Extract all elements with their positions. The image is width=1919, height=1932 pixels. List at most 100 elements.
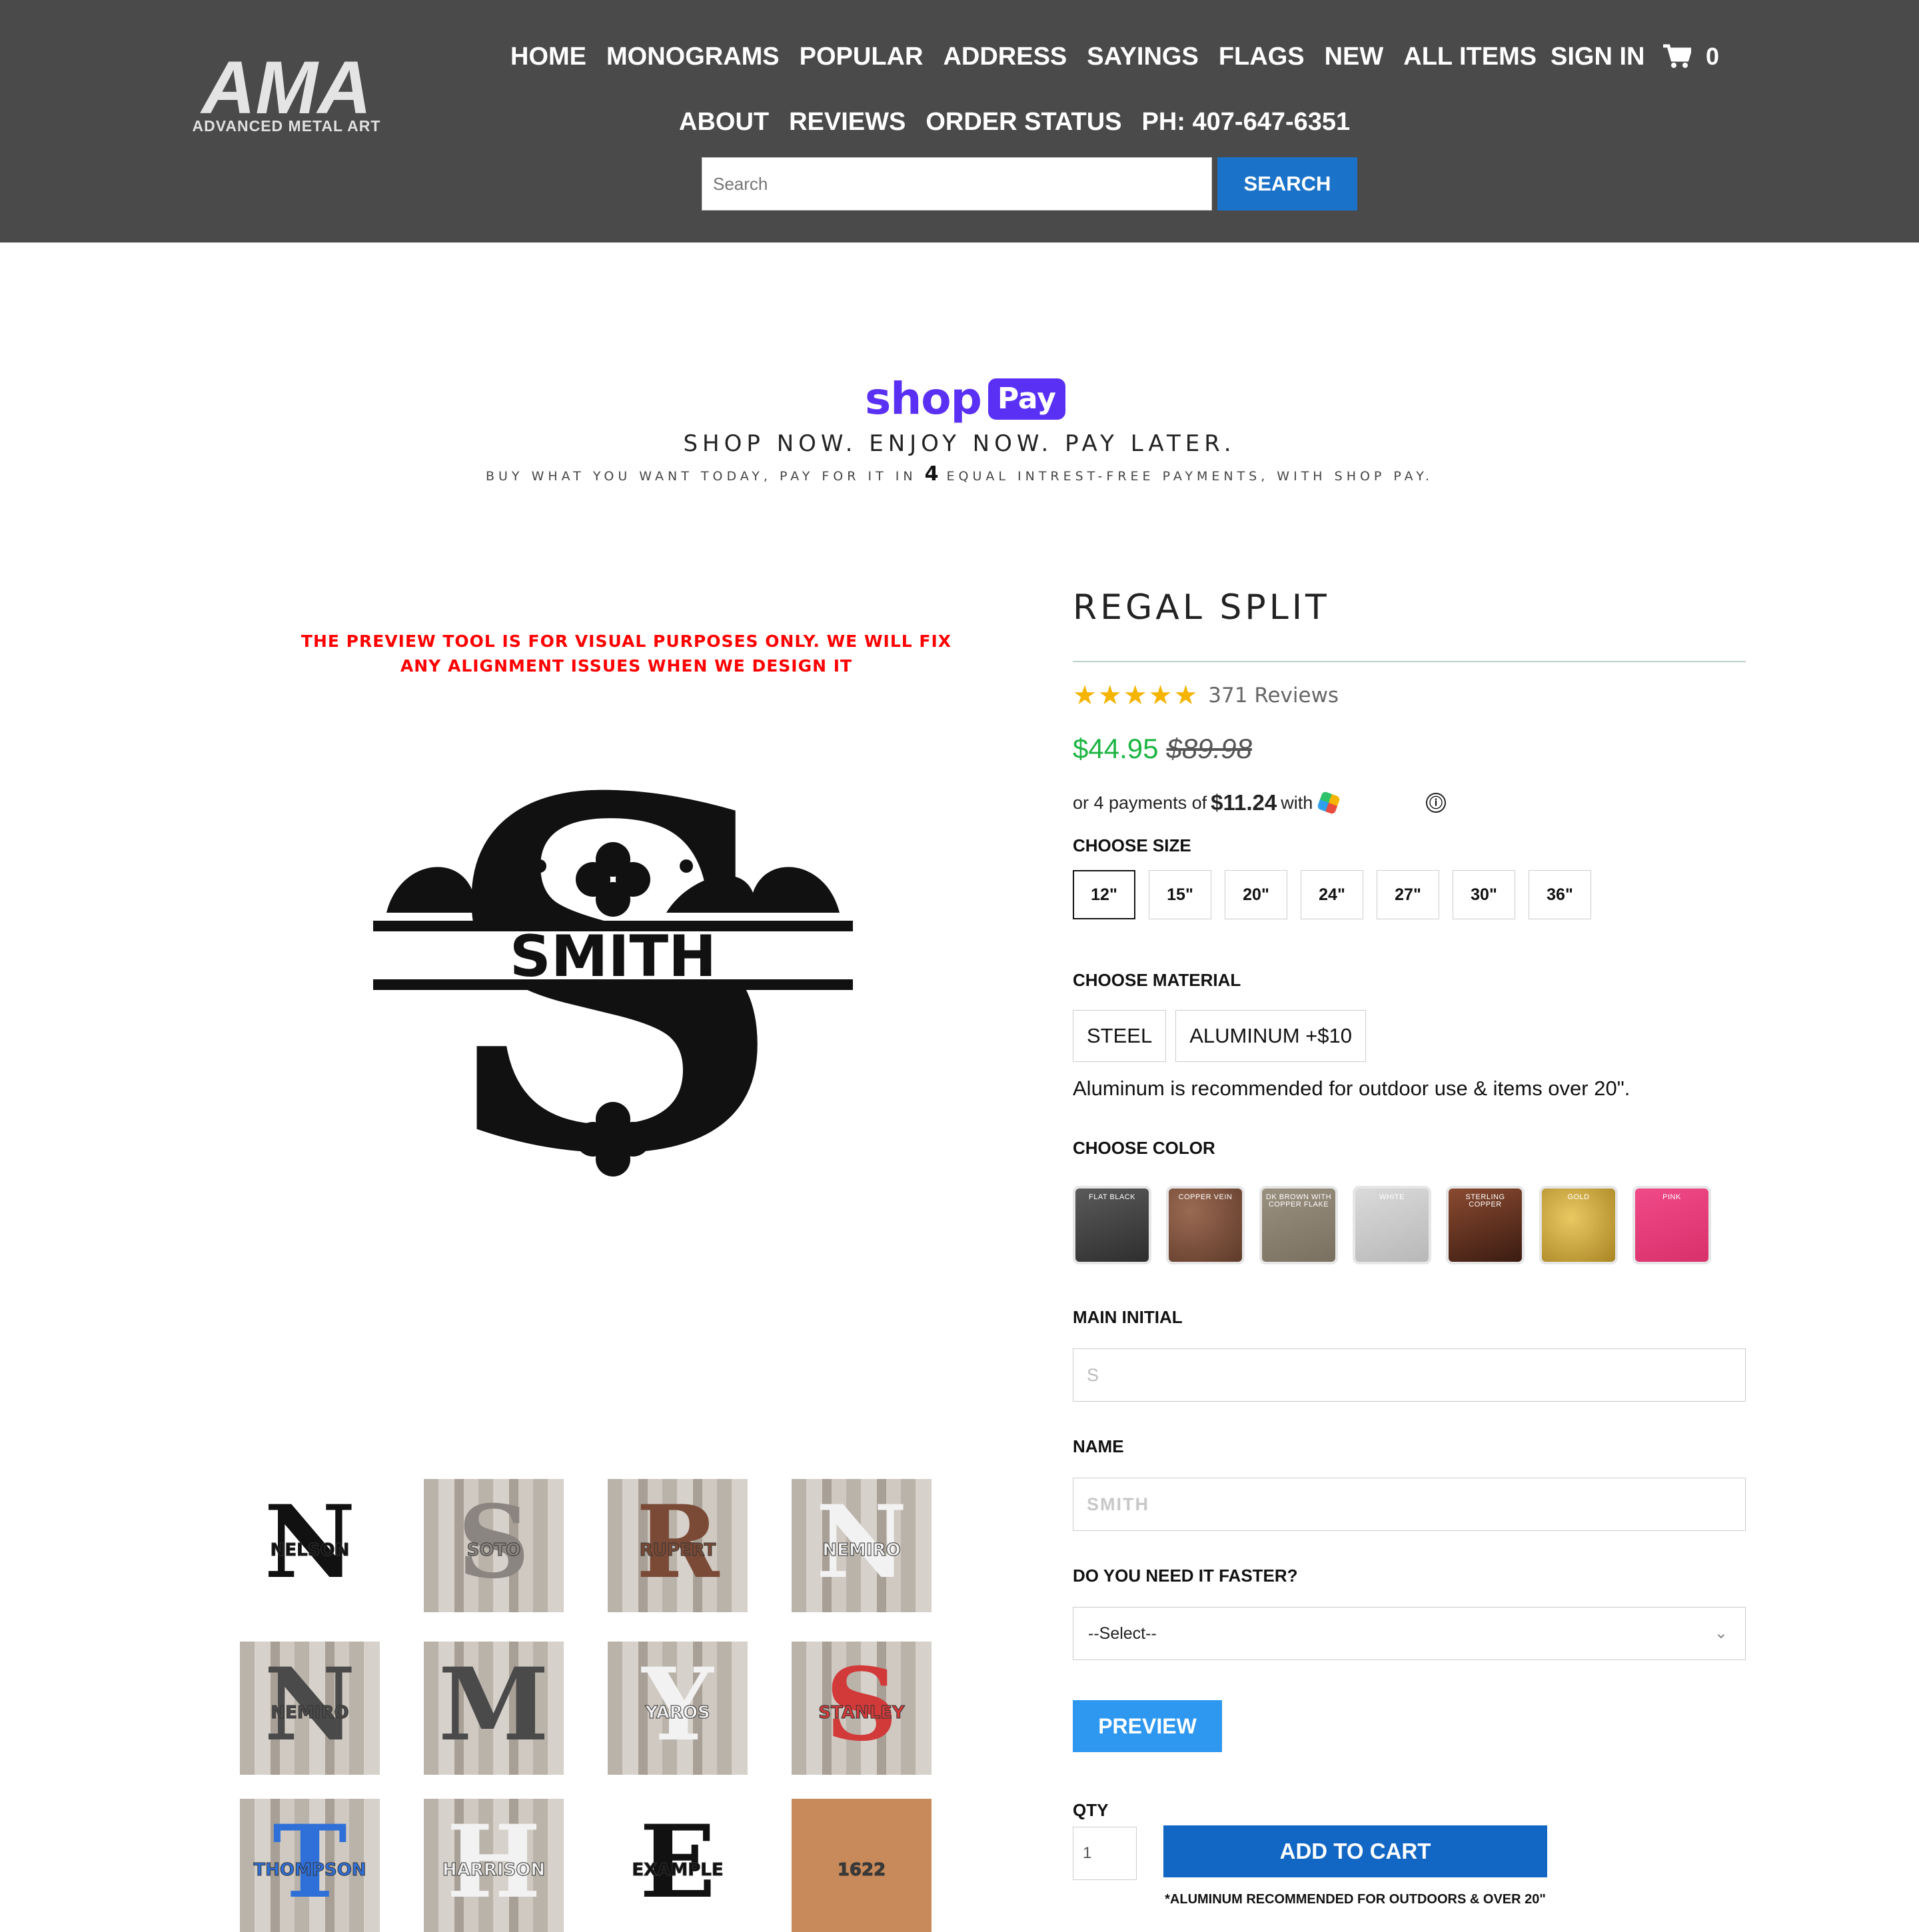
gallery-thumbnail[interactable]: N NEMIRO bbox=[792, 1479, 932, 1612]
thumbnail-image: Y YAROS bbox=[608, 1642, 748, 1775]
thumbnail-image: H HARRISON bbox=[424, 1799, 564, 1932]
thumbnail-name: SOTO bbox=[466, 1540, 521, 1561]
thumbnail-image: E EXAMPLE bbox=[608, 1799, 748, 1932]
installments-after: with bbox=[1281, 792, 1313, 813]
nav-item[interactable]: REVIEWS bbox=[789, 108, 906, 137]
thumbnail-name: NEMIRO bbox=[271, 1703, 349, 1723]
nav-item[interactable]: ABOUT bbox=[679, 108, 769, 137]
qty-label: QTY bbox=[1073, 1800, 1109, 1820]
ornament-dot bbox=[680, 859, 693, 873]
sign-in-link[interactable]: SIGN IN bbox=[1551, 43, 1644, 71]
gallery-thumbnail[interactable]: S STANLEY bbox=[792, 1642, 932, 1775]
size-option[interactable]: 15" bbox=[1149, 870, 1211, 919]
shop-pay-word: shop bbox=[865, 373, 982, 424]
installments-before: or 4 payments of bbox=[1073, 792, 1207, 813]
cart-count: 0 bbox=[1706, 43, 1720, 70]
material-option[interactable]: ALUMINUM +$10 bbox=[1175, 1010, 1366, 1062]
color-swatch-label: PINK bbox=[1662, 1193, 1681, 1201]
sale-price: $44.95 bbox=[1073, 733, 1159, 764]
gallery-thumbnail[interactable]: R RUPERT bbox=[608, 1479, 748, 1612]
size-option[interactable]: 36" bbox=[1529, 870, 1591, 919]
star-icon: ★ bbox=[1073, 681, 1097, 710]
color-swatch-label: WHITE bbox=[1379, 1193, 1405, 1201]
shop-pay-pill: Pay bbox=[987, 378, 1065, 420]
size-option[interactable]: 30" bbox=[1453, 870, 1515, 919]
size-option[interactable]: 24" bbox=[1301, 870, 1363, 919]
nav-item[interactable]: POPULAR bbox=[800, 43, 924, 71]
gallery-thumbnail[interactable]: E EXAMPLE bbox=[608, 1799, 748, 1932]
faster-select[interactable]: --Select-- ⌄ bbox=[1073, 1607, 1746, 1660]
shop-pay-icon bbox=[1317, 791, 1341, 815]
thumbnail-name: THOMPSON bbox=[253, 1860, 366, 1881]
thumbnail-name: HARRISON bbox=[442, 1860, 546, 1881]
product-preview-image[interactable]: S SMITH bbox=[373, 696, 853, 1259]
nav-item[interactable]: ALL ITEMS bbox=[1403, 43, 1537, 71]
name-label: NAME bbox=[1073, 1436, 1124, 1456]
color-swatch-label: FLAT BLACK bbox=[1088, 1193, 1135, 1201]
thumbnail-image: S SOTO bbox=[424, 1479, 564, 1612]
color-swatch[interactable]: COPPER VEIN bbox=[1166, 1186, 1245, 1264]
nav-item[interactable]: ADDRESS bbox=[943, 43, 1067, 71]
color-swatch-label: STERLING COPPER bbox=[1465, 1193, 1505, 1208]
thumbnail-image: T THOMPSON bbox=[240, 1799, 380, 1932]
gallery-thumbnail[interactable]: S SOTO bbox=[424, 1479, 564, 1612]
color-swatch[interactable]: FLAT BLACK bbox=[1073, 1186, 1151, 1264]
gallery-thumbnail[interactable]: M bbox=[424, 1642, 564, 1775]
rating-row[interactable]: ★ ★ ★ ★ ★ 371 Reviews bbox=[1073, 682, 1339, 709]
preview-disclaimer-line2: ANY ALIGNMENT ISSUES WHEN WE DESIGN IT bbox=[400, 656, 853, 676]
nav-item[interactable]: FLAGS bbox=[1219, 43, 1305, 71]
nav-item[interactable]: HOME bbox=[510, 43, 586, 71]
star-icon: ★ bbox=[1097, 681, 1122, 710]
qty-input[interactable]: 1 bbox=[1073, 1827, 1137, 1880]
site-header: AMA ADVANCED METAL ART HOME MONOGRAMS POPU… bbox=[0, 0, 1919, 242]
info-icon[interactable]: ⓘ bbox=[1426, 793, 1446, 813]
main-initial-input[interactable]: S bbox=[1073, 1348, 1746, 1402]
nav-item[interactable]: MONOGRAMS bbox=[606, 43, 780, 71]
search-button[interactable]: SEARCH bbox=[1217, 157, 1357, 211]
material-option[interactable]: STEEL bbox=[1073, 1010, 1167, 1062]
color-swatch-label: GOLD bbox=[1567, 1193, 1590, 1201]
monogram-preview: S SMITH bbox=[373, 696, 853, 1259]
color-swatch[interactable]: PINK bbox=[1632, 1186, 1711, 1264]
gallery-thumbnail[interactable]: N NELSON bbox=[240, 1479, 380, 1612]
add-to-cart-button[interactable]: ADD TO CART bbox=[1163, 1825, 1547, 1877]
thumbnail-name: NEMIRO bbox=[822, 1540, 901, 1561]
shop-pay-subtext: BUY WHAT YOU WANT TODAY, PAY FOR IT IN 4… bbox=[0, 462, 1919, 486]
product-title: REGAL SPLIT bbox=[1073, 588, 1330, 628]
color-options: FLAT BLACK COPPER VEIN DK BROWN WITH COPPE… bbox=[1073, 1186, 1726, 1264]
shop-pay-logo: shop Pay bbox=[865, 377, 1065, 421]
thumbnail-name: NELSON bbox=[270, 1540, 350, 1561]
search-input[interactable] bbox=[702, 157, 1212, 211]
material-label: CHOOSE MATERIAL bbox=[1073, 970, 1241, 990]
preview-disclaimer-line1: THE PREVIEW TOOL IS FOR VISUAL PURPOSES … bbox=[301, 632, 952, 651]
size-option[interactable]: 27" bbox=[1377, 870, 1439, 919]
thumbnail-image: N NEMIRO bbox=[240, 1642, 380, 1775]
size-option[interactable]: 20" bbox=[1225, 870, 1287, 919]
faster-select-value: --Select-- bbox=[1088, 1624, 1157, 1643]
size-option[interactable]: 12" bbox=[1073, 870, 1135, 919]
gallery-thumbnail[interactable]: Y YAROS bbox=[608, 1642, 748, 1775]
nav-item[interactable]: PH: 407-647-6351 bbox=[1142, 108, 1351, 137]
gallery-thumbnail[interactable]: N NEMIRO bbox=[240, 1642, 380, 1775]
gallery-thumbnail[interactable]: 1622 bbox=[792, 1799, 932, 1932]
thumbnail-image: S STANLEY bbox=[792, 1642, 932, 1775]
nav-item[interactable]: ORDER STATUS bbox=[926, 108, 1121, 137]
thumbnail-image: R RUPERT bbox=[608, 1479, 748, 1612]
price-row: $44.95 $89.98 bbox=[1073, 733, 1252, 765]
star-icon: ★ bbox=[1123, 681, 1147, 710]
nav-item[interactable]: NEW bbox=[1325, 43, 1384, 71]
name-input[interactable]: SMITH bbox=[1073, 1478, 1746, 1531]
color-swatch[interactable]: WHITE bbox=[1353, 1186, 1431, 1264]
reviews-count[interactable]: 371 Reviews bbox=[1208, 684, 1339, 708]
cart-note: *ALUMINUM RECOMMENDED FOR OUTDOORS & OVE… bbox=[1165, 1892, 1546, 1907]
color-swatch[interactable]: DK BROWN WITH COPPER FLAKE bbox=[1259, 1186, 1338, 1264]
gallery-thumbnail[interactable]: T THOMPSON bbox=[240, 1799, 380, 1932]
color-swatch[interactable]: GOLD bbox=[1539, 1186, 1618, 1264]
nav-item[interactable]: SAYINGS bbox=[1087, 43, 1199, 71]
site-logo[interactable]: AMA ADVANCED METAL ART bbox=[173, 46, 400, 136]
color-swatch[interactable]: STERLING COPPER bbox=[1446, 1186, 1525, 1264]
gallery-thumbnail[interactable]: H HARRISON bbox=[424, 1799, 564, 1932]
thumbnail-name: STANLEY bbox=[818, 1703, 905, 1723]
preview-button[interactable]: PREVIEW bbox=[1073, 1700, 1222, 1752]
cart-link[interactable]: 0 bbox=[1663, 43, 1719, 71]
